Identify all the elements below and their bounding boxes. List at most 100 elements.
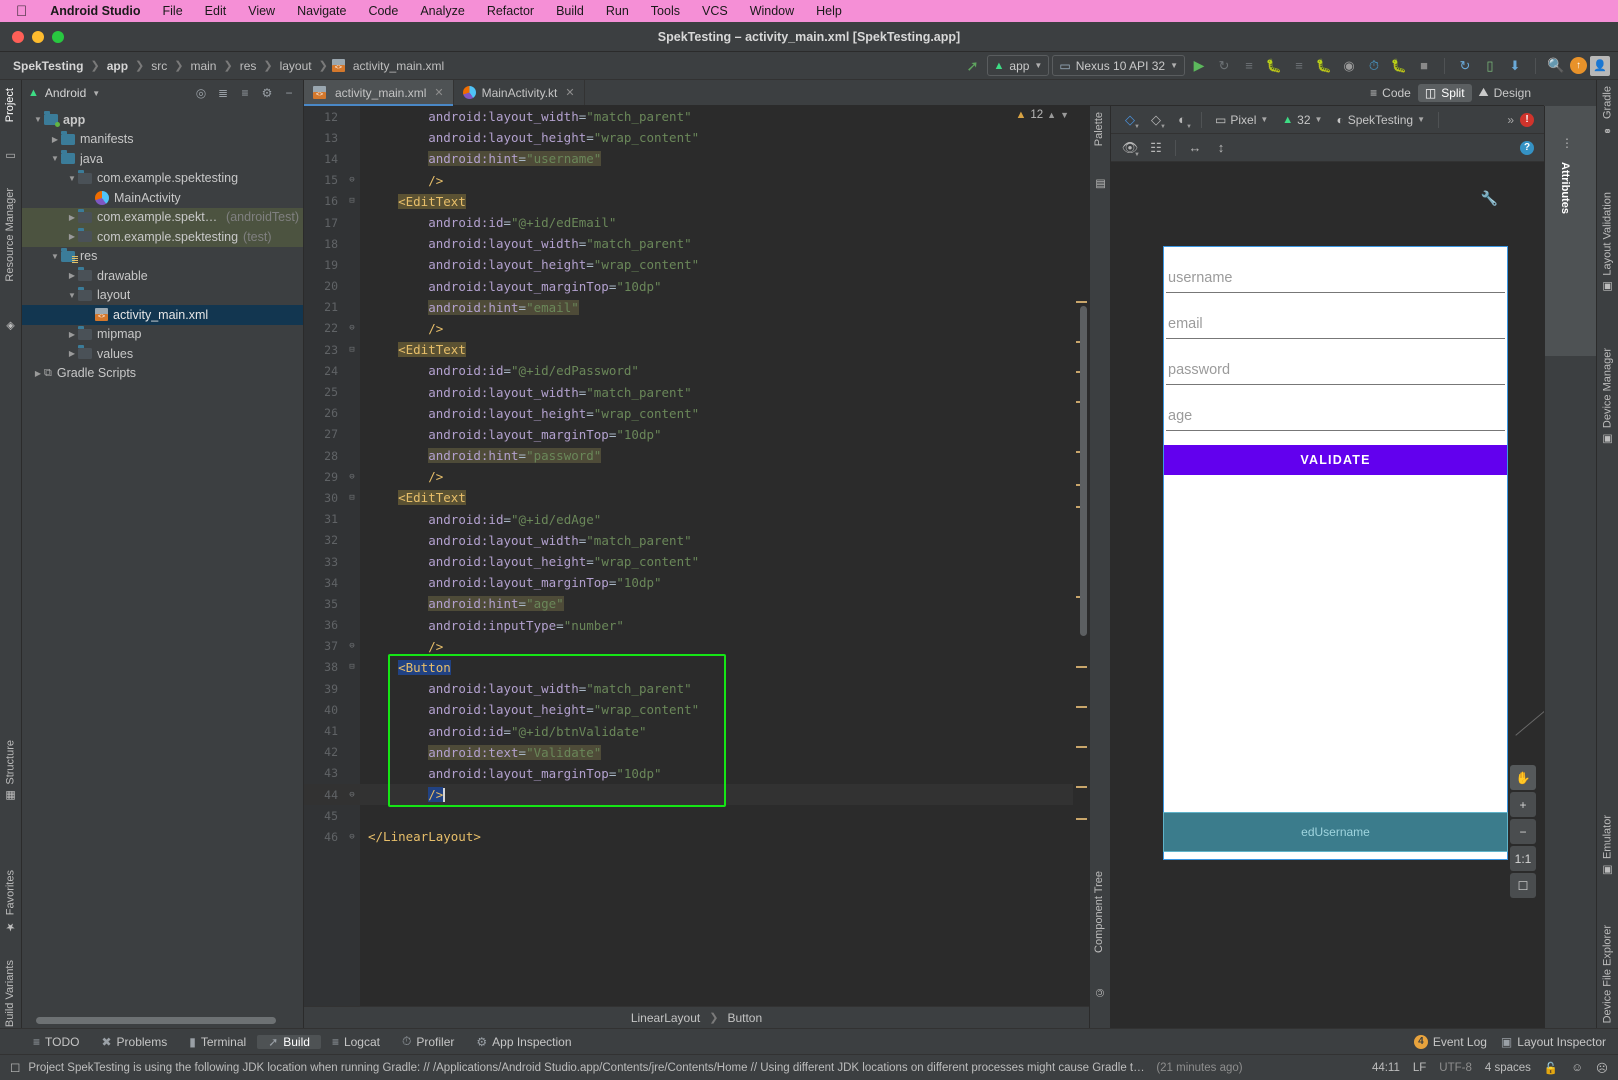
indent-setting[interactable]: 4 spaces <box>1485 1062 1531 1074</box>
tree-item-com-example-spektesting[interactable]: ▶ com.example.spektesting (androidTest) <box>22 207 303 227</box>
code-line[interactable]: 18 android:layout_width="match_parent" <box>304 233 1089 254</box>
code-line[interactable]: 27 android:layout_marginTop="10dp" <box>304 424 1089 445</box>
height-icon[interactable]: ↕ <box>1208 137 1234 159</box>
code-line[interactable]: 15 ⊖ /> <box>304 170 1089 191</box>
code-line[interactable]: 43 android:layout_marginTop="10dp" <box>304 763 1089 784</box>
update-icon[interactable]: ↑ <box>1570 57 1587 74</box>
component-tree-label[interactable]: Component Tree <box>1093 871 1105 953</box>
zoom-in-button[interactable]: + <box>1510 792 1536 817</box>
tool-button-layout-inspector[interactable]: ▣ Layout Inspector <box>1501 1035 1606 1049</box>
code-line[interactable]: 29 ⊖ /> <box>304 466 1089 487</box>
tool-button-terminal[interactable]: ▮ Terminal <box>178 1035 257 1049</box>
menu-analyze[interactable]: Analyze <box>409 4 475 18</box>
wrench-icon[interactable]: 🔧 <box>1481 190 1498 207</box>
fold-toggle-icon[interactable]: ⊖ <box>344 323 360 333</box>
tree-item-gradle-scripts[interactable]: ▶ ⧉ Gradle Scripts <box>22 364 303 384</box>
palette-label[interactable]: Palette <box>1093 112 1105 146</box>
apply-code-changes-icon[interactable]: ≡ <box>1238 55 1260 77</box>
profile-app-icon[interactable]: 🐛 <box>1388 55 1410 77</box>
chevron-right-icon[interactable]: ▶ <box>66 349 78 358</box>
breadcrumb-file[interactable]: activity_main.xml <box>350 59 447 73</box>
profile-icon[interactable]: ⏱ <box>1363 55 1385 77</box>
menu-code[interactable]: Code <box>357 4 409 18</box>
fold-toggle-icon[interactable]: ⊟ <box>344 662 360 672</box>
editor-vertical-scrollbar[interactable] <box>1080 306 1087 636</box>
view-mode-design[interactable]: ⛰ Design <box>1472 83 1538 102</box>
menu-run[interactable]: Run <box>595 4 640 18</box>
device-preview[interactable]: username email password age VALIDATE <box>1163 246 1508 860</box>
fold-toggle-icon[interactable]: ⊟ <box>344 493 360 503</box>
code-line[interactable]: 12 android:layout_width="match_parent" <box>304 106 1089 127</box>
tree-item-com-example-spektesting[interactable]: ▼ com.example.spektesting <box>22 169 303 189</box>
preview-field-email[interactable]: email <box>1166 293 1505 339</box>
tool-button-todo[interactable]: ≡ TODO <box>22 1035 90 1049</box>
menu-refactor[interactable]: Refactor <box>476 4 545 18</box>
sidebar-item-build-variants[interactable]: Build Variants <box>4 960 16 1027</box>
debug-app-icon[interactable]: 🐛 <box>1313 55 1335 77</box>
expand-all-icon[interactable]: ≣ <box>215 86 231 100</box>
line-separator[interactable]: LF <box>1413 1062 1426 1074</box>
breadcrumb-button[interactable]: Button <box>727 1011 762 1025</box>
code-line[interactable]: 39 android:layout_width="match_parent" <box>304 678 1089 699</box>
chevron-down-icon[interactable]: ▼ <box>32 115 44 124</box>
orientation-icon[interactable]: ◇ ▼ <box>1143 109 1169 131</box>
code-line[interactable]: 23 ⊟ <EditText <box>304 339 1089 360</box>
sidebar-item-resource-manager[interactable]: Resource Manager <box>4 188 16 282</box>
code-line[interactable]: 45 <box>304 805 1089 826</box>
project-tree[interactable]: ▼ app ▶ manifests ▼ java ▼ com.example.spektest… <box>22 106 303 383</box>
overflow-icon[interactable]: » <box>1507 113 1514 127</box>
chevron-up-icon[interactable]: ▲ <box>1047 110 1056 120</box>
blueprint-columns-icon[interactable]: ☷ <box>1143 137 1169 159</box>
tree-item-java[interactable]: ▼ java <box>22 149 303 169</box>
sidebar-item-favorites[interactable]: ★ Favorites <box>4 870 18 933</box>
code-line[interactable]: 37 ⊖ /> <box>304 636 1089 657</box>
sync-gradle-icon[interactable]: ↻ <box>1454 55 1476 77</box>
chevron-down-icon[interactable]: ▼ <box>1060 110 1069 120</box>
tree-item-mipmap[interactable]: ▶ mipmap <box>22 325 303 345</box>
close-icon[interactable]: ✕ <box>565 86 574 99</box>
code-line[interactable]: 34 android:layout_marginTop="10dp" <box>304 572 1089 593</box>
menu-window[interactable]: Window <box>739 4 805 18</box>
chevron-down-icon[interactable]: ▼ <box>92 89 100 98</box>
code-line[interactable]: 16 ⊟ <EditText <box>304 191 1089 212</box>
tab-main-activity-kt[interactable]: MainActivity.kt ✕ <box>454 80 585 105</box>
tree-item-activity-main-xml[interactable]: ▶activity_main.xml <box>22 305 303 325</box>
menu-android-studio[interactable]: Android Studio <box>39 4 151 18</box>
breadcrumb-linearlayout[interactable]: LinearLayout <box>631 1011 700 1025</box>
palette-icon[interactable]: ▤ <box>1094 178 1107 191</box>
tree-item-layout[interactable]: ▼ layout <box>22 286 303 306</box>
chevron-right-icon[interactable]: ▶ <box>66 232 78 241</box>
tool-button-profiler[interactable]: ⏱ Profiler <box>391 1034 465 1049</box>
code-line[interactable]: 30 ⊟ <EditText <box>304 487 1089 508</box>
hide-panel-icon[interactable]: − <box>281 86 297 100</box>
code-line[interactable]: 25 android:layout_width="match_parent" <box>304 381 1089 402</box>
tree-item-res[interactable]: ▼ res <box>22 247 303 267</box>
tool-button-logcat[interactable]: ≡ Logcat <box>321 1035 391 1049</box>
smiley-icon[interactable]: ☺ <box>1571 1062 1583 1074</box>
resource-icon[interactable]: ◈ <box>4 320 17 333</box>
tool-button-build[interactable]: ➚ Build <box>257 1034 321 1049</box>
code-line[interactable]: 32 android:layout_width="match_parent" <box>304 530 1089 551</box>
apple-logo-icon[interactable]:  <box>8 4 39 19</box>
chevron-right-icon[interactable]: ▶ <box>49 135 61 144</box>
help-icon[interactable]: ? <box>1520 140 1534 155</box>
breadcrumb-layout[interactable]: layout <box>277 59 315 73</box>
width-icon[interactable]: ↔ <box>1182 137 1208 159</box>
stop-icon[interactable]: ■ <box>1413 55 1435 77</box>
code-line[interactable]: 26 android:layout_height="wrap_content" <box>304 403 1089 424</box>
code-line[interactable]: 42 android:text="Validate" <box>304 742 1089 763</box>
code-line[interactable]: 22 ⊖ /> <box>304 318 1089 339</box>
design-surface-icon[interactable]: ◇ ▼ <box>1117 109 1143 131</box>
code-line[interactable]: 21 android:hint="email" <box>304 297 1089 318</box>
code-line[interactable]: 31 android:id="@+id/edAge" <box>304 509 1089 530</box>
breadcrumb-app[interactable]: app <box>104 59 131 73</box>
chevron-right-icon[interactable]: ▶ <box>32 369 44 378</box>
collapse-all-icon[interactable]: ≡ <box>237 86 253 100</box>
breadcrumb-spektesting[interactable]: SpekTesting <box>10 59 86 73</box>
code-line[interactable]: 36 android:inputType="number" <box>304 615 1089 636</box>
avd-manager-icon[interactable]: ▯ <box>1479 55 1501 77</box>
fold-toggle-icon[interactable]: ⊖ <box>344 641 360 651</box>
tree-item-mainactivity[interactable]: ▶MainActivity <box>22 188 303 208</box>
chevron-down-icon[interactable]: ▼ <box>66 291 78 300</box>
tool-button-app-inspection[interactable]: ⚙ App Inspection <box>465 1035 582 1049</box>
